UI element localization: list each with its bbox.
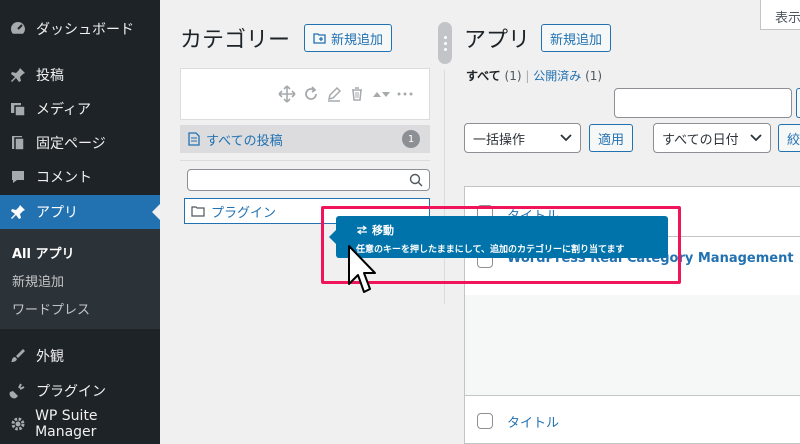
menu-label: コメント xyxy=(36,170,92,186)
screen-options-button[interactable]: 表示 xyxy=(760,0,800,30)
add-new-button[interactable]: 新規追加 xyxy=(541,24,612,52)
refresh-icon[interactable] xyxy=(303,86,319,102)
search-icon xyxy=(409,173,423,187)
menu-item-appearance[interactable]: 外観 xyxy=(0,339,160,373)
dashboard-icon xyxy=(0,20,36,38)
pin-icon xyxy=(0,66,36,84)
filter-published-count: (1) xyxy=(585,69,603,83)
more-icon[interactable] xyxy=(397,91,413,97)
brush-icon xyxy=(0,347,36,365)
category-title: カテゴリー xyxy=(180,28,291,53)
menu-item-media[interactable]: メディア xyxy=(0,92,160,126)
pin-icon xyxy=(0,203,36,221)
gear-icon xyxy=(0,415,35,433)
separator xyxy=(180,160,430,161)
submenu-wordpress[interactable]: ワードプレス xyxy=(12,299,90,318)
admin-sidebar: ダッシュボード 投稿 メディア 固定ページ コメント アプリ All アプリ 新… xyxy=(0,0,160,444)
folder-icon xyxy=(191,206,205,217)
filter-all-count: (1) xyxy=(504,69,522,83)
chevron-down-icon xyxy=(750,134,762,142)
filter-button[interactable]: 絞 xyxy=(778,124,800,152)
column-title-footer[interactable]: タイトル xyxy=(507,412,559,431)
menu-item-posts[interactable]: 投稿 xyxy=(0,58,160,92)
document-icon xyxy=(188,132,200,146)
menu-item-comments[interactable]: コメント xyxy=(0,160,160,194)
submenu-all-apps[interactable]: All アプリ xyxy=(12,243,75,262)
menu-item-wp-suite-manager[interactable]: WP Suite Manager xyxy=(0,407,160,441)
menu-label: ダッシュボード xyxy=(36,22,134,38)
page-title: アプリ xyxy=(464,28,531,53)
add-new-label: 新規追加 xyxy=(550,32,603,48)
apps-submenu: All アプリ 新規追加 ワードプレス xyxy=(0,229,160,329)
all-posts-count: 1 xyxy=(402,130,420,148)
add-category-label: 新規追加 xyxy=(331,32,384,48)
select-all-checkbox-footer[interactable] xyxy=(477,413,493,429)
folder-add-icon xyxy=(313,33,326,44)
menu-item-plugins[interactable]: プラグイン xyxy=(0,374,160,408)
plugin-icon xyxy=(0,382,36,400)
pages-icon xyxy=(0,134,36,152)
menu-item-dashboard[interactable]: ダッシュボード xyxy=(0,12,160,46)
category-search-input[interactable] xyxy=(187,169,430,191)
menu-label: 投稿 xyxy=(36,68,64,84)
edit-icon[interactable] xyxy=(326,86,342,102)
chevron-down-icon xyxy=(560,134,572,142)
menu-label: プラグイン xyxy=(36,384,106,400)
trash-icon[interactable] xyxy=(349,86,365,102)
filter-published[interactable]: 公開済み xyxy=(533,69,581,83)
filter-all[interactable]: すべて xyxy=(466,69,501,83)
submenu-add-new[interactable]: 新規追加 xyxy=(12,271,64,290)
bulk-action-value: 一括操作 xyxy=(473,132,526,148)
add-category-button[interactable]: 新規追加 xyxy=(304,24,393,52)
menu-label: 外観 xyxy=(36,349,64,365)
date-filter-select[interactable]: すべての日付 xyxy=(653,123,771,153)
move-icon[interactable] xyxy=(278,85,296,103)
menu-label: アプリ xyxy=(36,205,78,221)
apply-button[interactable]: 適用 xyxy=(589,124,634,152)
menu-label: メディア xyxy=(36,102,92,118)
menu-label: WP Suite Manager xyxy=(35,408,98,440)
menu-item-pages[interactable]: 固定ページ xyxy=(0,126,160,160)
post-search-input[interactable] xyxy=(614,88,792,118)
bulk-action-select[interactable]: 一括操作 xyxy=(464,123,581,153)
category-node-label: プラグイン xyxy=(211,205,277,221)
media-icon xyxy=(0,100,36,118)
search-submit-button[interactable] xyxy=(796,88,800,118)
mouse-cursor-icon xyxy=(348,245,376,293)
status-filter-links: すべて (1) | 公開済み (1) xyxy=(466,69,603,83)
sort-icon[interactable] xyxy=(372,88,390,100)
menu-item-apps[interactable]: アプリ xyxy=(0,195,160,229)
all-posts-label: すべての投稿 xyxy=(206,133,283,149)
table-footer-row: タイトル xyxy=(465,395,800,444)
date-filter-value: すべての日付 xyxy=(662,132,739,148)
all-posts-item[interactable]: すべての投稿 1 xyxy=(180,125,430,153)
panel-resize-handle[interactable] xyxy=(438,22,452,64)
comment-icon xyxy=(0,168,36,186)
category-toolbar xyxy=(180,68,430,120)
table-row-empty xyxy=(465,295,800,395)
menu-label: 固定ページ xyxy=(36,136,106,152)
